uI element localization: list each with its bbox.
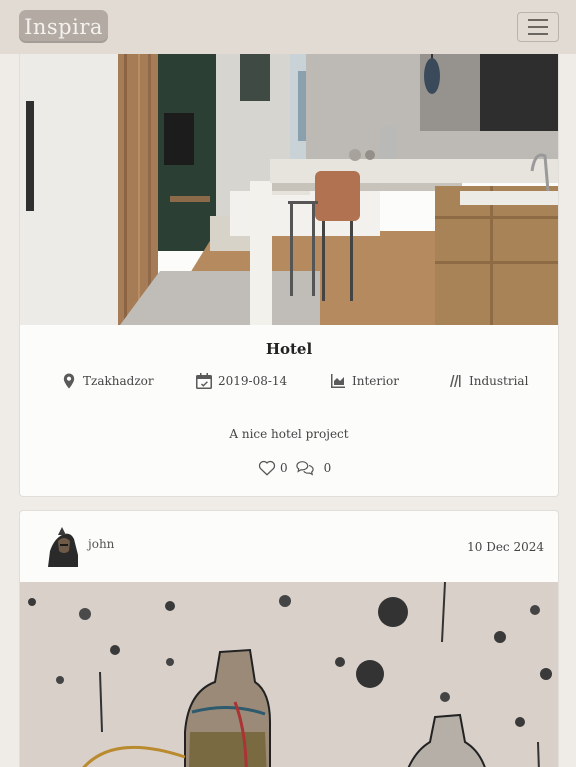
comments-count: 0 (323, 461, 332, 475)
hamburger-menu-icon-line (528, 26, 548, 28)
brand-logo-text: Inspira (24, 14, 103, 39)
project-stats: 0 0 (258, 458, 331, 478)
project-location: Tzakhadzor (61, 371, 154, 391)
calendar-check-icon (196, 373, 212, 389)
project-category: Interior (330, 371, 399, 391)
project-description: A nice hotel project (229, 427, 349, 441)
navbar: Inspira (0, 0, 576, 54)
avatar[interactable] (44, 525, 80, 567)
area-chart-icon (331, 374, 345, 388)
project-style-text: Industrial (469, 374, 529, 388)
brand-logo[interactable]: Inspira (19, 10, 108, 43)
slanted-lines-icon (450, 375, 461, 387)
project-title[interactable]: Hotel (20, 340, 558, 358)
post-card[interactable]: john 10 Dec 2024 (19, 510, 559, 767)
project-date-text: 2019-08-14 (218, 374, 288, 388)
post-date: 10 Dec 2024 (467, 540, 544, 554)
project-category-text: Interior (352, 374, 399, 388)
hamburger-menu-icon-line (528, 33, 548, 35)
navbar-toggle-button[interactable] (517, 12, 559, 42)
project-location-text: Tzakhadzor (83, 374, 154, 388)
project-date: 2019-08-14 (196, 371, 287, 391)
project-style: Industrial (447, 371, 528, 391)
heart-icon[interactable] (258, 459, 276, 477)
project-card[interactable]: Hotel Tzakhadzor 2019-08-14 Interior Ind… (19, 20, 559, 497)
comments-icon[interactable] (294, 459, 316, 477)
project-image[interactable] (20, 21, 558, 325)
hamburger-menu-icon (528, 19, 548, 21)
post-author[interactable]: john (44, 525, 114, 567)
author-name[interactable]: john (88, 537, 114, 551)
map-pin-icon (63, 373, 75, 389)
post-image[interactable] (20, 582, 558, 767)
likes-count: 0 (280, 461, 288, 475)
